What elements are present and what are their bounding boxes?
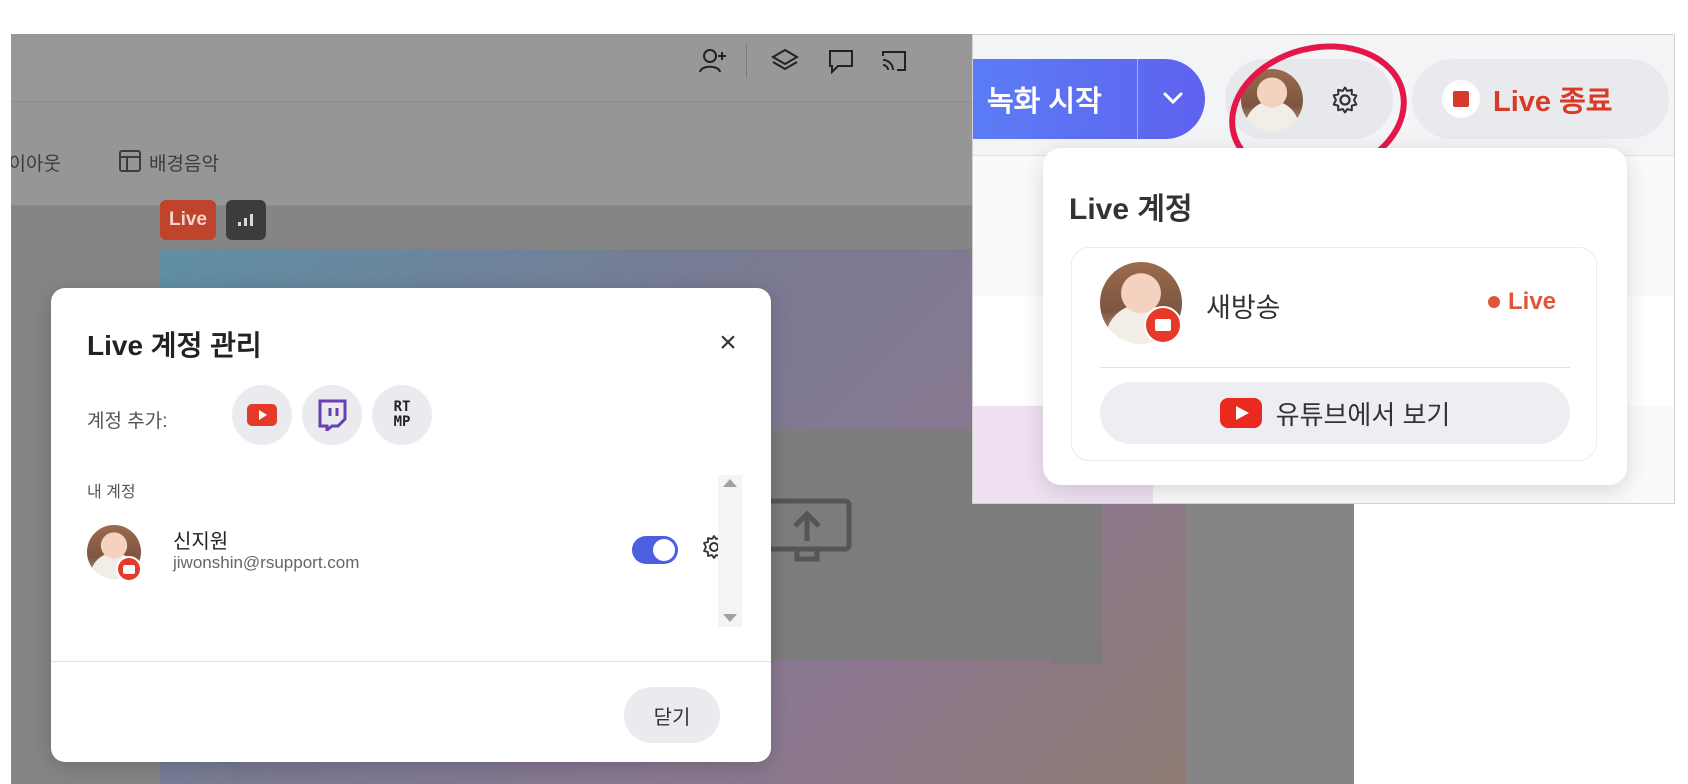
layout-tab[interactable]: 레이아웃 [11,149,61,176]
stats-badge[interactable] [226,200,266,240]
stop-icon [1442,80,1480,118]
screen-share-icon[interactable] [761,497,857,565]
watch-on-youtube-label: 유튜브에서 보기 [1275,399,1451,430]
dropdown-account-name: 새방송 [1206,293,1281,323]
live-status: Live [1488,288,1556,316]
record-start-label: 녹화 시작 [987,86,1102,118]
rtmp-icon-bottom: MP [393,414,411,430]
modal-divider [51,661,771,662]
add-youtube-button[interactable] [232,385,292,445]
live-dot-icon [1488,296,1500,308]
live-status-label: Live [1508,288,1557,315]
dropdown-account-card: 새방송 Live 유튜브에서 보기 [1071,247,1597,461]
my-accounts-label: 내 계정 [87,484,136,501]
pill-avatar [1241,69,1303,131]
live-account-dropdown: Live 계정 새방송 Live 유튜브에서 보기 [1043,148,1627,485]
add-user-icon[interactable] [698,46,728,76]
close-button[interactable]: 닫기 [624,687,720,743]
youtube-badge-icon [1144,306,1182,344]
modal-title: Live 계정 관리 [87,330,262,361]
live-account-modal: Live 계정 관리 × 계정 추가: RT MP 내 계정 신지원 jiwon… [51,288,771,762]
account-toggle[interactable] [632,536,678,564]
add-account-label: 계정 추가: [87,411,168,432]
account-list-scrollbar[interactable] [718,475,742,627]
layers-icon[interactable] [770,46,800,76]
youtube-icon [1219,398,1262,428]
dropdown-title: Live 계정 [1069,193,1193,226]
chat-icon[interactable] [826,46,856,76]
scroll-down-arrow[interactable] [723,614,737,622]
scroll-up-arrow[interactable] [723,479,737,487]
chevron-down-icon[interactable] [1148,65,1198,131]
add-rtmp-button[interactable]: RT MP [372,385,432,445]
account-name: 신지원 [173,531,229,553]
record-button-divider [1137,59,1138,139]
watch-on-youtube-button[interactable]: 유튜브에서 보기 [1100,382,1570,444]
youtube-icon [247,404,277,426]
toolbar-divider [746,44,747,78]
close-icon[interactable]: × [711,326,745,360]
signal-bars-icon [238,214,253,226]
rtmp-icon-top: RT [393,399,411,415]
twitch-icon [318,399,347,431]
account-email: jiwonshin@rsupport.com [173,553,360,572]
dropdown-divider [1100,367,1570,368]
bgm-icon [119,150,141,172]
bgm-tab[interactable]: 배경음악 [149,149,219,176]
live-stop-label: Live 종료 [1493,86,1613,118]
cast-icon[interactable] [879,46,909,76]
inset-zoom-panel: 녹화 시작 Live 종료 Live 계정 새방송 Live 유튜브에서 보기 [972,34,1675,504]
add-twitch-button[interactable] [302,385,362,445]
live-badge: Live [160,200,216,240]
gear-icon[interactable] [1328,83,1362,117]
youtube-badge-icon [116,556,142,582]
